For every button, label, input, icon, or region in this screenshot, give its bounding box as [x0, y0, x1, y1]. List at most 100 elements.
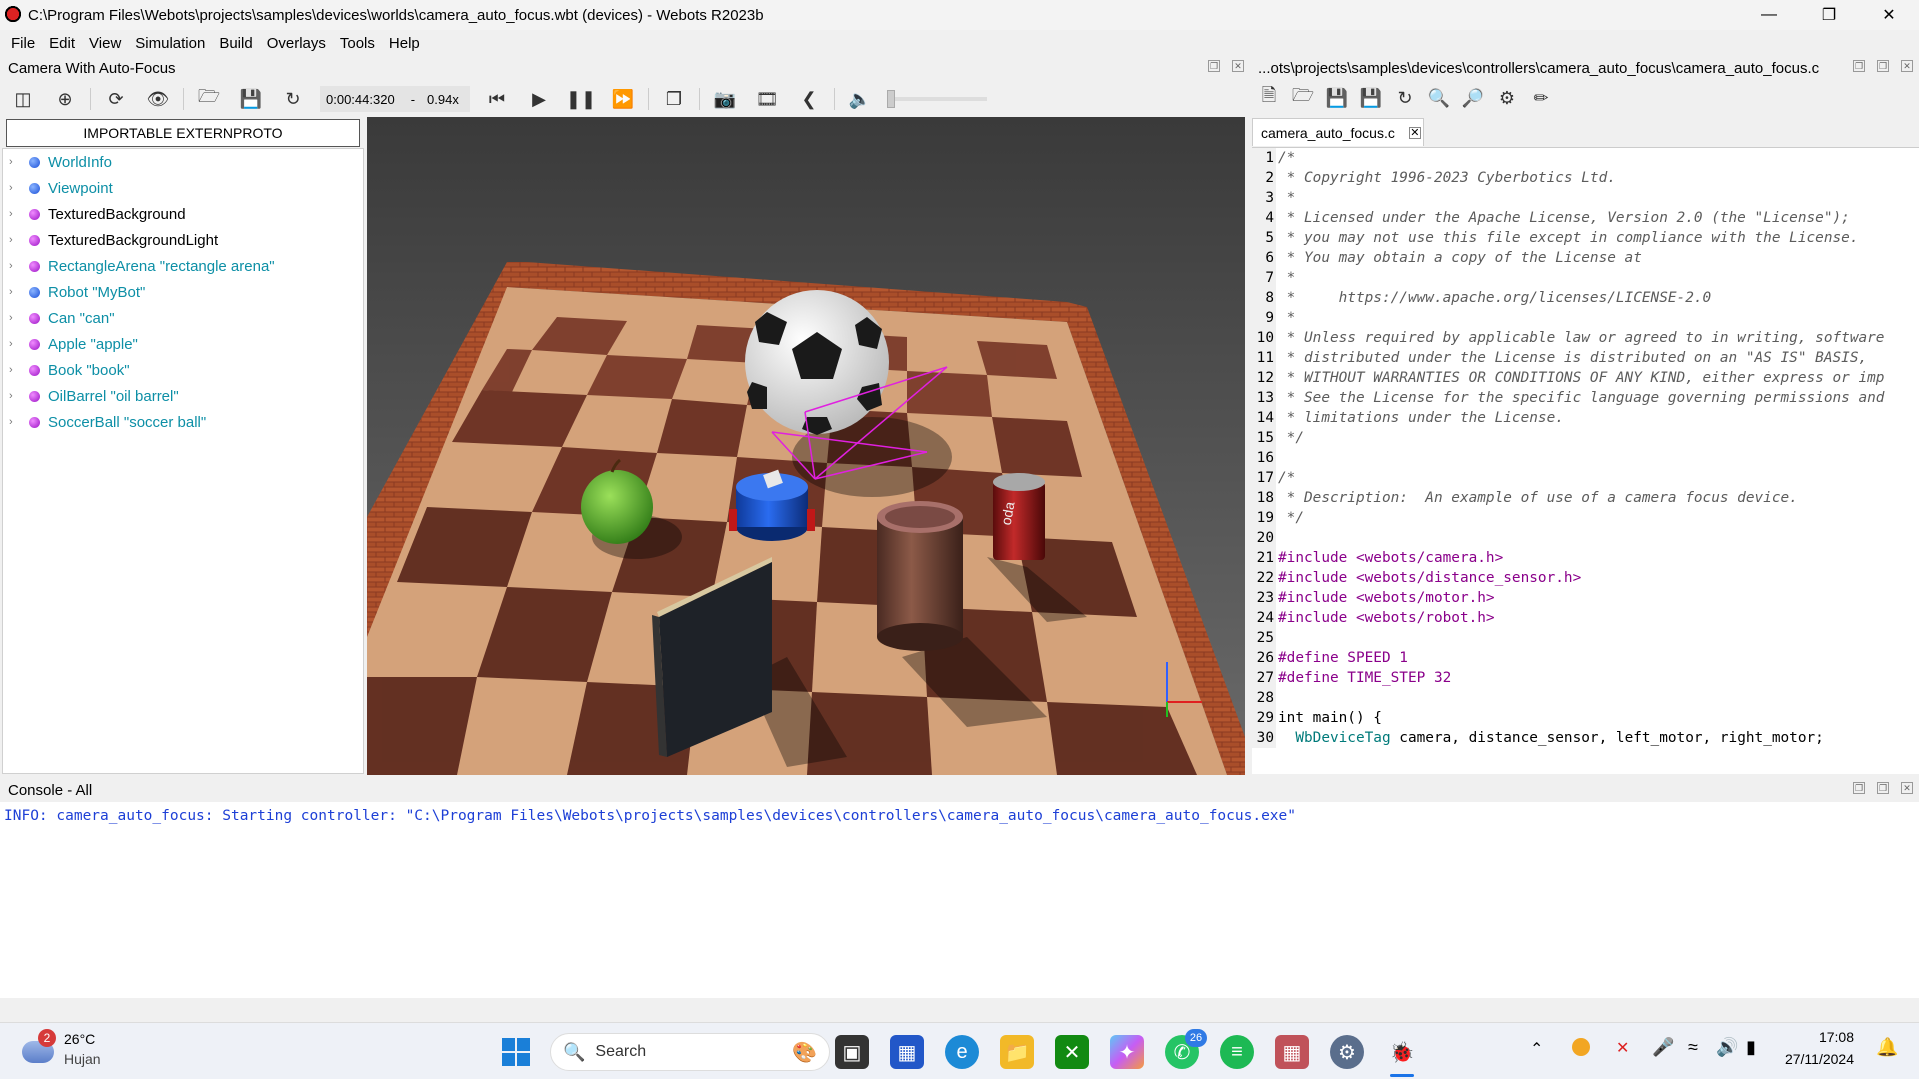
clock-time[interactable]: 17:08 — [1784, 1029, 1854, 1045]
editor-maximize-icon[interactable]: ❐ — [1877, 60, 1889, 72]
maximize-button[interactable]: ❐ — [1799, 0, 1859, 30]
save-all-icon[interactable]: 💾 — [1358, 85, 1384, 111]
close-tab-icon[interactable]: ✕ — [1408, 126, 1421, 139]
code-line[interactable]: 12 * WITHOUT WARRANTIES OR CONDITIONS OF… — [1252, 368, 1919, 388]
notification-bell-icon[interactable]: 🔔 — [1876, 1037, 1898, 1058]
close-panel-icon[interactable]: ✕ — [1232, 60, 1244, 72]
microphone-icon[interactable]: 🎤 — [1652, 1037, 1674, 1058]
menu-simulation[interactable]: Simulation — [128, 35, 212, 52]
scene-tree-node[interactable]: › TexturedBackgroundLight — [3, 227, 363, 253]
expand-arrow-icon[interactable]: › — [9, 364, 23, 376]
code-line[interactable]: 15 */ — [1252, 428, 1919, 448]
menu-help[interactable]: Help — [382, 35, 427, 52]
code-editor[interactable]: 1/* 2 * Copyright 1996-2023 Cyberbotics L… — [1252, 147, 1919, 774]
wifi-icon[interactable]: ≈ — [1688, 1037, 1698, 1058]
expand-arrow-icon[interactable]: › — [9, 286, 23, 298]
code-line[interactable]: 14 * limitations under the License. — [1252, 408, 1919, 428]
expand-arrow-icon[interactable]: › — [9, 156, 23, 168]
webots-taskbar-icon[interactable]: 🐞 — [1385, 1035, 1419, 1069]
scene-tree-node[interactable]: › SoccerBall "soccer ball" — [3, 409, 363, 435]
start-windows-icon[interactable] — [502, 1038, 530, 1066]
code-line[interactable]: 30 WbDeviceTag camera, distance_sensor, … — [1252, 728, 1919, 748]
editor-close-icon[interactable]: ✕ — [1901, 60, 1913, 72]
3d-scene-render[interactable]: oda — [367, 117, 1245, 775]
open-file-icon[interactable]: 🗁 — [1290, 85, 1316, 111]
spotify-icon[interactable]: ≡ — [1220, 1035, 1254, 1069]
task-view-icon[interactable]: ▣ — [835, 1035, 869, 1069]
volume-slider[interactable] — [887, 90, 987, 108]
code-line[interactable]: 21 #include <webots/camera.h> — [1252, 548, 1919, 568]
share-icon[interactable]: ❮ — [796, 86, 822, 112]
close-button[interactable]: ✕ — [1859, 0, 1919, 30]
projection-cube-icon[interactable]: ❐ — [661, 86, 687, 112]
scene-tree-node[interactable]: › RectangleArena "rectangle arena" — [3, 253, 363, 279]
menu-build[interactable]: Build — [212, 35, 259, 52]
minimize-button[interactable]: — — [1739, 0, 1799, 30]
code-line[interactable]: 9 * — [1252, 308, 1919, 328]
pause-icon[interactable]: ❚❚ — [566, 86, 596, 112]
editor-float-icon[interactable]: ❐ — [1853, 60, 1865, 72]
code-line[interactable]: 16 — [1252, 448, 1919, 468]
code-line[interactable]: 13 * See the License for the specific la… — [1252, 388, 1919, 408]
settings-gear-icon[interactable]: ⚙ — [1330, 1035, 1364, 1069]
menu-overlays[interactable]: Overlays — [260, 35, 333, 52]
3d-view[interactable]: oda — [367, 117, 1245, 775]
screenshot-camera-icon[interactable]: 📷 — [712, 86, 738, 112]
find-icon[interactable]: 🔍 — [1426, 85, 1452, 111]
code-line[interactable]: 28 — [1252, 688, 1919, 708]
expand-arrow-icon[interactable]: › — [9, 390, 23, 402]
expand-arrow-icon[interactable]: › — [9, 234, 23, 246]
add-node-icon[interactable]: ⊕ — [52, 86, 78, 112]
open-world-icon[interactable]: 🗁 — [196, 86, 222, 112]
scene-tree-node[interactable]: › WorldInfo — [3, 149, 363, 175]
expand-arrow-icon[interactable]: › — [9, 312, 23, 324]
scene-tree-node[interactable]: › Can "can" — [3, 305, 363, 331]
save-world-icon[interactable]: 💾 — [238, 86, 264, 112]
weather-widget[interactable]: 2 — [22, 1029, 58, 1067]
float-icon[interactable]: ❐ — [1208, 60, 1220, 72]
battery-icon[interactable]: ▮ — [1746, 1037, 1756, 1058]
code-line[interactable]: 8 * https://www.apache.org/licenses/LICE… — [1252, 288, 1919, 308]
file-explorer-icon[interactable]: 📁 — [1000, 1035, 1034, 1069]
microsoft-store-icon[interactable]: ▦ — [890, 1035, 924, 1069]
code-line[interactable]: 3 * — [1252, 188, 1919, 208]
code-line[interactable]: 2 * Copyright 1996-2023 Cyberbotics Ltd. — [1252, 168, 1919, 188]
scene-tree-node[interactable]: › OilBarrel "oil barrel" — [3, 383, 363, 409]
speaker-icon[interactable]: 🔊 — [1716, 1037, 1738, 1058]
save-file-icon[interactable]: 💾 — [1324, 85, 1350, 111]
xbox-icon[interactable]: ✕ — [1055, 1035, 1089, 1069]
console-output[interactable]: INFO: camera_auto_focus: Starting contro… — [0, 802, 1919, 998]
play-icon[interactable]: ▶ — [526, 86, 552, 112]
calculator-app-icon[interactable]: ▦ — [1275, 1035, 1309, 1069]
reset-view-icon[interactable]: ⟳ — [103, 86, 129, 112]
volume-icon[interactable]: 🔈 — [847, 86, 873, 112]
expand-arrow-icon[interactable]: › — [9, 208, 23, 220]
expand-arrow-icon[interactable]: › — [9, 416, 23, 428]
scene-tree-node[interactable]: › Book "book" — [3, 357, 363, 383]
edge-browser-icon[interactable]: e — [945, 1035, 979, 1069]
expand-arrow-icon[interactable]: › — [9, 182, 23, 194]
code-line[interactable]: 6 * You may obtain a copy of the License… — [1252, 248, 1919, 268]
scene-tree-node[interactable]: › Robot "MyBot" — [3, 279, 363, 305]
toggle-scene-tree-icon[interactable]: ◫ — [10, 86, 36, 112]
console-float-icon[interactable]: ❐ — [1853, 782, 1865, 794]
console-maximize-icon[interactable]: ❐ — [1877, 782, 1889, 794]
console-close-icon[interactable]: ✕ — [1901, 782, 1913, 794]
code-line[interactable]: 24 #include <webots/robot.h> — [1252, 608, 1919, 628]
scene-tree-node[interactable]: › Apple "apple" — [3, 331, 363, 357]
code-line[interactable]: 1/* — [1252, 148, 1919, 168]
scene-tree-node[interactable]: › TexturedBackground — [3, 201, 363, 227]
step-back-icon[interactable]: ⏮ — [484, 86, 510, 112]
tab-camera-auto-focus[interactable]: camera_auto_focus.c ✕ — [1252, 118, 1424, 146]
code-line[interactable]: 22 #include <webots/distance_sensor.h> — [1252, 568, 1919, 588]
menu-view[interactable]: View — [82, 35, 128, 52]
taskbar-search-box[interactable]: 🔍 Search 🎨 — [550, 1033, 830, 1071]
tray-mute-status-icon[interactable]: ✕ — [1616, 1038, 1629, 1058]
code-line[interactable]: 25 — [1252, 628, 1919, 648]
build-gear-icon[interactable]: ⚙ — [1494, 85, 1520, 111]
view-eye-icon[interactable]: 👁 — [145, 86, 171, 112]
code-line[interactable]: 23 #include <webots/motor.h> — [1252, 588, 1919, 608]
code-line[interactable]: 27 #define TIME_STEP 32 — [1252, 668, 1919, 688]
replace-icon[interactable]: 🔎 — [1460, 85, 1486, 111]
expand-arrow-icon[interactable]: › — [9, 260, 23, 272]
